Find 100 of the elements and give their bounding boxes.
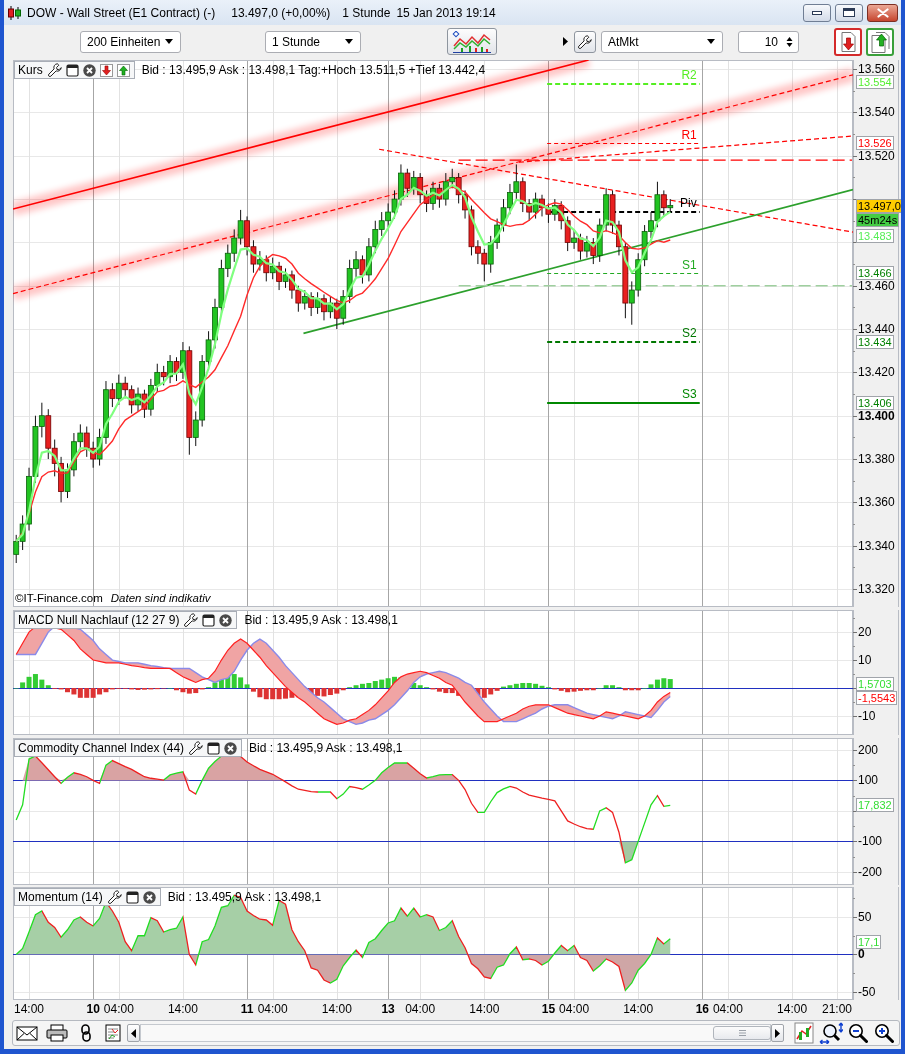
up-arrow-icon[interactable] [116, 63, 130, 77]
caret-icon [707, 39, 715, 44]
price-tag: 17,1 [856, 934, 882, 949]
close-icon[interactable] [224, 741, 238, 755]
interval-text: 1 Stunde [342, 5, 391, 20]
axis-label: 13.360 [858, 496, 895, 509]
buy-button[interactable] [866, 27, 894, 56]
printer-icon[interactable] [46, 1024, 68, 1042]
axis-label: 13.540 [858, 106, 895, 119]
pivot-label: S2 [682, 326, 697, 340]
price-tag: 13.406 [856, 395, 894, 410]
triangle-icon[interactable] [563, 37, 568, 46]
time-label: 14:00 [321, 1003, 352, 1016]
envelope-icon[interactable] [16, 1025, 38, 1041]
time-label: 04:00 [257, 1003, 288, 1016]
date-label: 16 [695, 1003, 709, 1016]
axis-label: -200 [858, 865, 883, 878]
axis-label: 200 [858, 743, 879, 756]
panel-title: Commodity Channel Index (44) [18, 741, 185, 755]
price-tag: 1,5703 [856, 676, 894, 691]
sell-button[interactable] [834, 27, 862, 56]
units-dropdown[interactable]: 200 Einheiten [80, 30, 181, 53]
price-tag: 13.554 [856, 75, 894, 90]
time-label: 14:00 [777, 1003, 808, 1016]
close-icon[interactable] [82, 63, 96, 77]
price-tag: 13.466 [856, 265, 894, 280]
candles-icon[interactable] [794, 1022, 814, 1044]
report-icon[interactable] [105, 1024, 121, 1042]
pivot-label: R2 [681, 68, 697, 82]
quote-info: Bid : 13.495,9 Ask : 13.498,1 [248, 741, 404, 755]
window-icon[interactable] [65, 63, 79, 77]
axis-label: 13.400 [858, 409, 895, 422]
quantity-spinner[interactable]: 10 [738, 30, 799, 53]
candlestick-icon [7, 4, 21, 21]
wrench-icon[interactable] [189, 741, 204, 755]
pivot-label: S3 [682, 387, 697, 401]
spinner-arrows-icon [786, 35, 793, 48]
down-arrow-icon [838, 30, 858, 53]
copyright-text: ©IT-Finance.com [15, 592, 103, 604]
chart-type-button[interactable] [447, 28, 497, 55]
time-label: 04:00 [559, 1003, 590, 1016]
timestamp-text: 15 Jan 2013 19:14 [396, 5, 496, 20]
quote-text: 13.497,0 (+0,00%) [231, 5, 331, 20]
date-label: 13 [381, 1003, 395, 1016]
order-type-dropdown[interactable]: AtMkt [601, 30, 723, 53]
price-tag: 13.483 [856, 228, 894, 243]
minimize-button[interactable] [803, 3, 831, 22]
panel-title: MACD Null Nachlauf (12 27 9) [18, 613, 180, 627]
close-icon[interactable] [219, 613, 233, 627]
time-label: 14:00 [14, 1003, 45, 1016]
panel-title: Kurs [18, 63, 43, 77]
caret-icon [345, 39, 353, 44]
time-label: 14:00 [167, 1003, 198, 1016]
scroll-right-button[interactable] [771, 1024, 784, 1042]
zoom-in-icon[interactable] [874, 1023, 894, 1043]
price-tag: 13.497,0 [856, 198, 901, 213]
zoom-out-icon[interactable] [848, 1023, 868, 1043]
quote-info: Bid : 13.495,9 Ask : 13.498,1 Tag:+Hoch 13.511,5 +Tief 13.442,4 [140, 63, 487, 77]
quote-info: Bid : 13.495,9 Ask : 13.498,1 [166, 890, 323, 904]
axis-label: -50 [858, 985, 876, 998]
right-triangle-icon [775, 1028, 780, 1038]
panel-title: Momentum (14) [18, 890, 103, 904]
wrench-button[interactable] [574, 30, 596, 53]
axis-label: 13.440 [858, 323, 895, 336]
axis-label: 13.460 [858, 279, 895, 292]
up-arrow-icon [870, 30, 890, 53]
pivot-label: S1 [682, 257, 697, 272]
window-icon[interactable] [207, 741, 221, 755]
chain-link-icon[interactable] [80, 1024, 92, 1042]
time-label: 04:00 [405, 1003, 436, 1016]
date-label: 11 [240, 1003, 254, 1016]
axis-label: -100 [858, 835, 883, 848]
price-tag: 17,832 [856, 798, 894, 813]
wrench-icon[interactable] [47, 63, 62, 77]
time-label: 14:00 [623, 1003, 654, 1016]
date-label: 10 [86, 1003, 100, 1016]
close-icon[interactable] [142, 890, 156, 904]
disclaimer-text: Daten sind indikativ [110, 592, 211, 604]
restore-button[interactable] [835, 3, 863, 22]
zoom-fit-icon[interactable] [819, 1022, 843, 1044]
time-label: 21:00 [821, 1003, 852, 1016]
time-label: 14:00 [469, 1003, 500, 1016]
axis-label: 13.420 [858, 366, 895, 379]
left-triangle-icon [131, 1028, 136, 1038]
price-tag: 13.526 [856, 135, 894, 150]
close-button[interactable] [867, 3, 898, 22]
wrench-icon[interactable] [184, 613, 199, 627]
period-dropdown[interactable]: 1 Stunde [265, 30, 361, 53]
window-icon[interactable] [202, 613, 216, 627]
scroll-left-button[interactable] [127, 1024, 140, 1042]
wrench-icon[interactable] [107, 890, 122, 904]
down-arrow-icon[interactable] [99, 63, 113, 77]
window-icon[interactable] [125, 890, 139, 904]
scrollbar-thumb[interactable] [713, 1026, 771, 1040]
axis-label: 13.320 [858, 583, 895, 595]
restore-icon [843, 8, 855, 17]
axis-label: 13.520 [858, 149, 895, 162]
line-chart-icon [452, 30, 492, 53]
time-label: 04:00 [712, 1003, 743, 1016]
axis-label: 50 [858, 911, 872, 923]
